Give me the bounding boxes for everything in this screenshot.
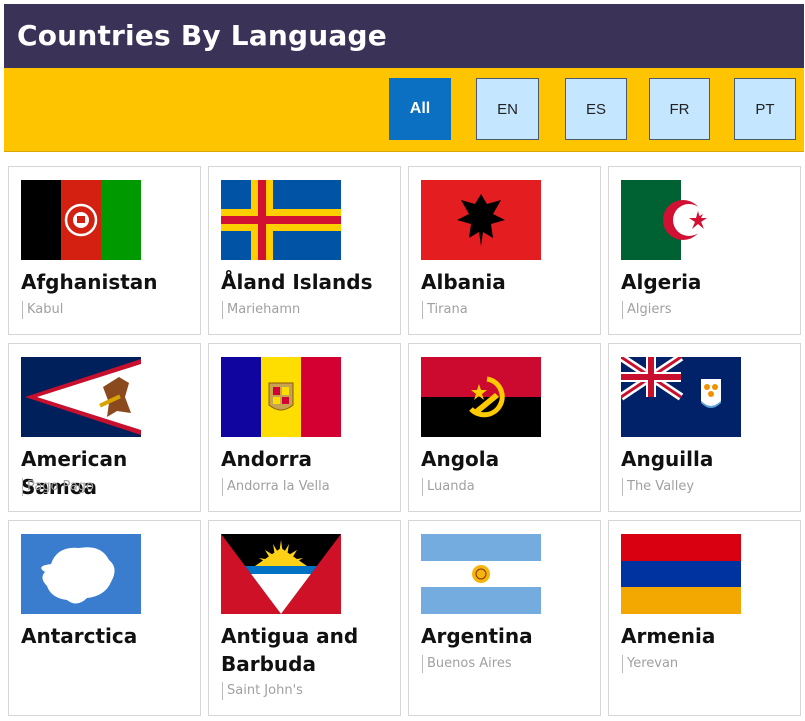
country-card[interactable]: Algeria Algiers	[608, 166, 801, 335]
antarctica-flag-icon	[21, 534, 141, 614]
antigua-and-barbuda-flag-icon	[221, 534, 341, 614]
argentina-flag-icon	[421, 534, 541, 614]
country-capital: The Valley	[622, 478, 694, 496]
filter-fr-button[interactable]: FR	[649, 78, 710, 140]
country-name: Algeria	[621, 270, 702, 294]
country-name: Andorra	[221, 447, 312, 471]
filter-pt-button[interactable]: PT	[734, 78, 796, 140]
country-name: Anguilla	[621, 447, 714, 471]
country-capital: Saint John's	[222, 682, 303, 700]
afghanistan-flag-icon	[21, 180, 141, 260]
country-name: Antarctica	[21, 624, 138, 648]
country-capital: Kabul	[22, 301, 63, 319]
country-name: Albania	[421, 270, 506, 294]
country-capital: Tirana	[422, 301, 468, 319]
filter-en-button[interactable]: EN	[476, 78, 539, 140]
country-capital: Buenos Aires	[422, 655, 512, 673]
algeria-flag-icon	[621, 180, 741, 260]
angola-flag-icon	[421, 357, 541, 437]
app-header: Countries By Language	[4, 4, 804, 68]
country-capital: Yerevan	[622, 655, 678, 673]
country-card[interactable]: Albania Tirana	[408, 166, 601, 335]
country-capital: Pago Pago	[22, 478, 94, 496]
country-capital: Andorra la Vella	[222, 478, 330, 496]
country-card[interactable]: Angola Luanda	[408, 343, 601, 512]
country-card[interactable]: Anguilla The Valley	[608, 343, 801, 512]
country-card[interactable]: American Samoa Pago Pago	[8, 343, 201, 512]
country-card[interactable]: Argentina Buenos Aires	[408, 520, 601, 716]
country-capital: Mariehamn	[222, 301, 300, 319]
country-capital: Luanda	[422, 478, 475, 496]
country-name: Angola	[421, 447, 500, 471]
country-name: Argentina	[421, 624, 533, 648]
armenia-flag-icon	[621, 534, 741, 614]
country-card[interactable]: Antigua and Barbuda Saint John's	[208, 520, 401, 716]
language-filter-group: All EN ES FR PT	[4, 78, 804, 140]
country-card[interactable]: Armenia Yerevan	[608, 520, 801, 716]
page-title: Countries By Language	[17, 19, 387, 52]
american-samoa-flag-icon	[21, 357, 141, 437]
anguilla-flag-icon	[621, 357, 741, 437]
country-name: Antigua and Barbuda	[221, 624, 359, 676]
country-name: Åland Islands	[221, 270, 373, 294]
filter-es-button[interactable]: ES	[565, 78, 627, 140]
country-capital: Algiers	[622, 301, 671, 319]
filter-all-button[interactable]: All	[389, 78, 451, 140]
aland-islands-flag-icon	[221, 180, 341, 260]
country-name: Armenia	[621, 624, 716, 648]
language-filter-bar: All EN ES FR PT	[4, 68, 804, 152]
andorra-flag-icon	[221, 357, 341, 437]
country-name: Afghanistan	[21, 270, 158, 294]
country-card[interactable]: Afghanistan Kabul	[8, 166, 201, 335]
country-card[interactable]: Antarctica	[8, 520, 201, 716]
country-card[interactable]: Andorra Andorra la Vella	[208, 343, 401, 512]
albania-flag-icon	[421, 180, 541, 260]
country-card[interactable]: Åland Islands Mariehamn	[208, 166, 401, 335]
